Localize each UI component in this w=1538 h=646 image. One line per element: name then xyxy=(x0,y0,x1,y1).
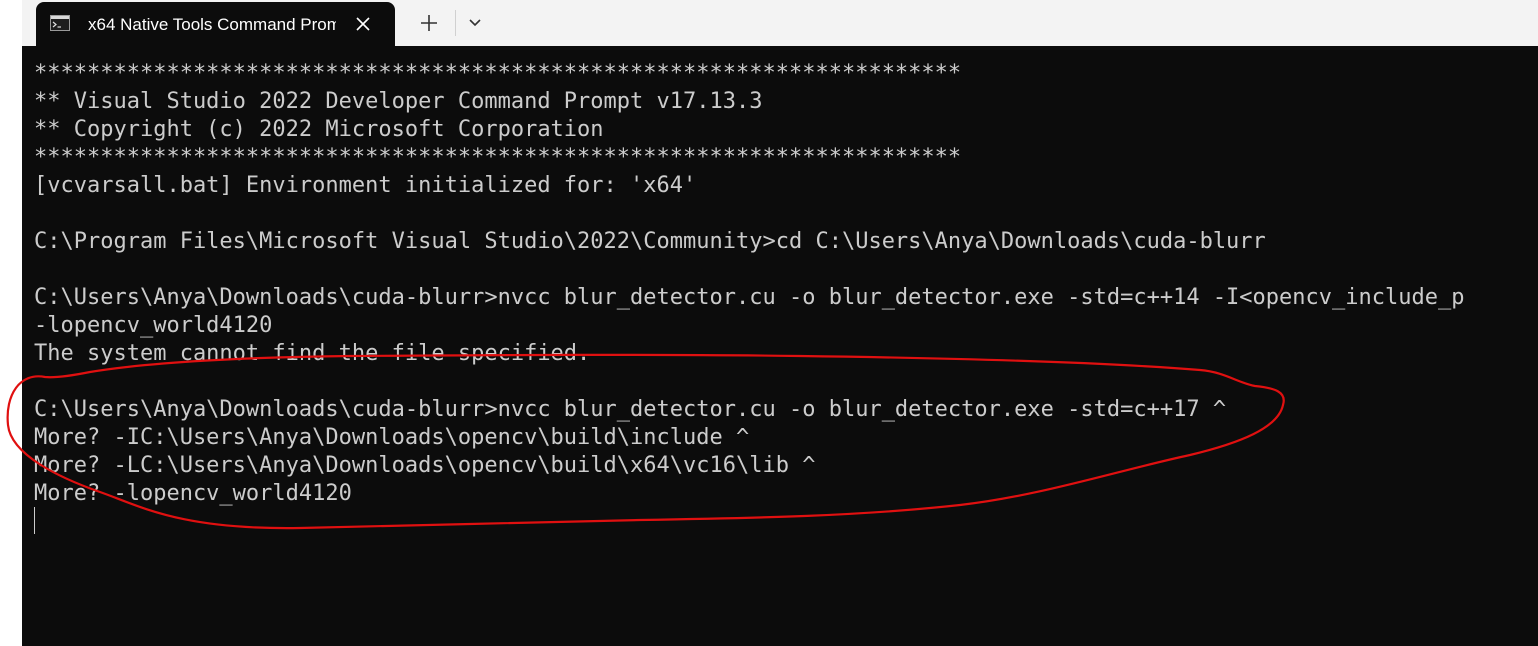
terminal-line-banner-top: ****************************************… xyxy=(34,61,962,86)
terminal-line-version: ** Visual Studio 2022 Developer Command … xyxy=(34,89,763,114)
text-cursor xyxy=(34,507,35,534)
terminal-line-nvcc-command-1-wrap: -lopencv_world4120 xyxy=(34,313,273,338)
tab-dropdown-button[interactable] xyxy=(462,10,488,36)
terminal-line-nvcc-command-2: C:\Users\Anya\Downloads\cuda-blurr>nvcc … xyxy=(34,397,1227,422)
terminal-line-nvcc-command-1: C:\Users\Anya\Downloads\cuda-blurr>nvcc … xyxy=(34,285,1465,310)
chevron-down-icon xyxy=(469,19,481,27)
terminal-line-error: The system cannot find the file specifie… xyxy=(34,341,591,366)
terminal-window: x64 Native Tools Command Prompt for VS 2… xyxy=(22,0,1538,646)
terminal-line-more-lib: More? -LC:\Users\Anya\Downloads\opencv\b… xyxy=(34,453,816,478)
tab-command-prompt[interactable]: x64 Native Tools Command Prompt for VS 2… xyxy=(36,2,395,46)
terminal-line-more-link: More? -lopencv_world4120 xyxy=(34,481,352,506)
close-icon[interactable] xyxy=(352,13,374,35)
new-tab-button[interactable] xyxy=(414,10,444,36)
terminal-line-env-init: [vcvarsall.bat] Environment initialized … xyxy=(34,173,697,198)
tab-title: x64 Native Tools Command Prompt for VS 2… xyxy=(88,15,336,34)
tab-bar: x64 Native Tools Command Prompt for VS 2… xyxy=(22,0,1538,46)
terminal-output[interactable]: ****************************************… xyxy=(22,46,1538,646)
terminal-line-more-include: More? -IC:\Users\Anya\Downloads\opencv\b… xyxy=(34,425,750,450)
terminal-line-copyright: ** Copyright (c) 2022 Microsoft Corporat… xyxy=(34,117,604,142)
terminal-icon xyxy=(50,15,70,31)
plus-icon xyxy=(421,15,437,31)
terminal-line-banner-bottom: ****************************************… xyxy=(34,145,962,170)
tab-separator xyxy=(455,10,456,36)
terminal-line-cd-command: C:\Program Files\Microsoft Visual Studio… xyxy=(34,229,1266,254)
